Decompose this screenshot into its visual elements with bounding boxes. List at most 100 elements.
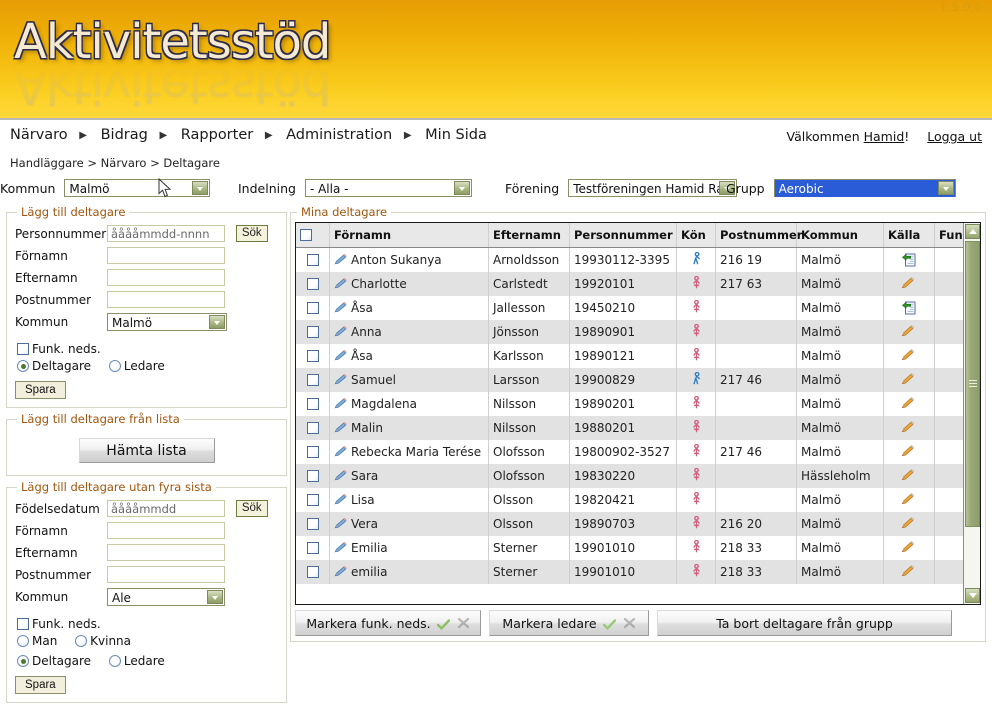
chevron-down-icon[interactable]	[192, 181, 209, 195]
col-kon[interactable]: Kön	[676, 223, 716, 248]
table-row[interactable]: Malin Nilsson 19880201 Malmö	[296, 416, 963, 440]
funk-neds2-checkbox[interactable]	[17, 618, 29, 630]
cell-kalla[interactable]	[883, 296, 935, 320]
filter-indelning-select[interactable]: - Alla -	[304, 179, 472, 197]
role-deltagare-option[interactable]: Deltagare	[17, 359, 91, 373]
role2-deltagare-option[interactable]: Deltagare	[17, 654, 91, 668]
col-kommun[interactable]: Kommun	[796, 223, 884, 248]
filter-grupp-select[interactable]: Aerobic	[773, 179, 956, 197]
edit-pencil-icon[interactable]	[334, 517, 347, 529]
row-select-cell[interactable]	[296, 440, 330, 464]
role2-ledare-option[interactable]: Ledare	[108, 654, 165, 668]
edit-pencil-icon[interactable]	[334, 565, 347, 577]
edit-pencil-icon[interactable]	[334, 277, 347, 289]
row-select-cell[interactable]	[296, 296, 330, 320]
gender-man-option[interactable]: Man	[17, 634, 57, 648]
edit-pencil-icon[interactable]	[334, 469, 347, 481]
row-checkbox[interactable]	[306, 278, 319, 290]
funk-neds-checkbox[interactable]	[17, 343, 29, 355]
grid-scrollbar[interactable]	[963, 223, 980, 604]
fornamn2-input[interactable]	[107, 522, 225, 539]
remove-participants-button[interactable]: Ta bort deltagare från grupp	[657, 610, 952, 636]
nav-item-rapporter[interactable]: Rapporter	[181, 127, 253, 143]
scroll-up-icon[interactable]	[965, 224, 980, 239]
cell-kalla[interactable]	[883, 368, 935, 392]
source-pencil-icon[interactable]	[901, 373, 914, 385]
edit-pencil-icon[interactable]	[334, 349, 347, 361]
row-select-cell[interactable]	[296, 536, 330, 560]
cell-kalla[interactable]	[883, 512, 935, 536]
filter-kommun-select[interactable]: Malmö	[64, 179, 211, 197]
row-checkbox[interactable]	[306, 470, 319, 482]
table-row[interactable]: Anton Sukanya Arnoldsson 19930112-3395 216 …	[296, 247, 963, 272]
table-row[interactable]: Rebecka Maria Terése Olofsson 19800902-352…	[296, 440, 963, 464]
cell-kalla[interactable]	[883, 272, 935, 296]
row-checkbox[interactable]	[306, 494, 319, 506]
table-row[interactable]: Lisa Olsson 19820421 Malmö	[296, 488, 963, 512]
scroll-down-icon[interactable]	[965, 588, 980, 603]
nav-item-narvaro[interactable]: Närvaro	[10, 127, 68, 143]
row-checkbox[interactable]	[306, 350, 319, 362]
row-select-cell[interactable]	[296, 416, 330, 440]
edit-pencil-icon[interactable]	[334, 421, 347, 433]
row-select-cell[interactable]	[296, 512, 330, 536]
fetch-list-button[interactable]: Hämta lista	[78, 438, 215, 463]
funk-checkbox-row[interactable]: Funk. neds.	[17, 342, 278, 356]
cell-kalla[interactable]	[883, 392, 935, 416]
col-funk[interactable]: Funk. neds.	[934, 223, 963, 248]
mark-funk-button[interactable]: Markera funk. neds.	[295, 610, 481, 636]
gender-kvinna-option[interactable]: Kvinna	[75, 634, 131, 648]
row-select-cell[interactable]	[296, 320, 330, 344]
efternamn-input[interactable]	[107, 269, 225, 286]
fodelsedatum-input[interactable]	[107, 500, 225, 517]
table-row[interactable]: emilia Sterner 19901010 218 33 Malmö	[296, 560, 963, 584]
row-checkbox[interactable]	[306, 446, 319, 458]
select-all-checkbox[interactable]	[300, 229, 312, 241]
mark-ledare-button[interactable]: Markera ledare	[489, 610, 649, 636]
cell-kalla[interactable]	[883, 247, 935, 272]
row-checkbox[interactable]	[306, 518, 319, 530]
row-select-cell[interactable]	[296, 344, 330, 368]
row-checkbox[interactable]	[306, 326, 319, 338]
clear-icon[interactable]	[457, 617, 470, 629]
cell-kalla[interactable]	[883, 440, 935, 464]
edit-pencil-icon[interactable]	[334, 373, 347, 385]
import-source-icon[interactable]	[902, 301, 916, 315]
save-participant2-button[interactable]: Spara	[15, 676, 66, 694]
source-pencil-icon[interactable]	[901, 541, 914, 553]
clear-icon[interactable]	[623, 617, 636, 629]
row-checkbox[interactable]	[306, 254, 319, 266]
source-pencil-icon[interactable]	[901, 349, 914, 361]
table-row[interactable]: Charlotte Carlstedt 19920101 217 63 Malmö	[296, 272, 963, 296]
nav-item-bidrag[interactable]: Bidrag	[101, 127, 148, 143]
scrollbar-thumb[interactable]	[965, 241, 980, 527]
cell-kalla[interactable]	[883, 560, 935, 584]
source-pencil-icon[interactable]	[901, 421, 914, 433]
table-row[interactable]: Emilia Sterner 19901010 218 33 Malmö	[296, 536, 963, 560]
source-pencil-icon[interactable]	[901, 469, 914, 481]
nav-item-administration[interactable]: Administration	[286, 127, 392, 143]
row-checkbox[interactable]	[306, 542, 319, 554]
ledare-radio[interactable]	[108, 360, 121, 372]
nav-item-min-sida[interactable]: Min Sida	[425, 127, 487, 143]
man-radio[interactable]	[17, 635, 29, 647]
table-row[interactable]: Vera Olsson 19890703 216 20 Malmö	[296, 512, 963, 536]
source-pencil-icon[interactable]	[901, 445, 914, 457]
col-fornamn[interactable]: Förnamn	[329, 223, 489, 248]
row-select-cell[interactable]	[296, 247, 330, 272]
source-pencil-icon[interactable]	[901, 397, 914, 409]
chevron-down-icon[interactable]	[453, 181, 470, 195]
chevron-down-icon[interactable]	[209, 315, 225, 329]
table-row[interactable]: Magdalena Nilsson 19890201 Malmö	[296, 392, 963, 416]
cell-kalla[interactable]	[883, 488, 935, 512]
kommun2-select[interactable]: Ale	[107, 588, 225, 606]
deltagare-radio[interactable]	[17, 360, 29, 372]
fodelsedatum-search-button[interactable]: Sök	[235, 500, 268, 517]
deltagare2-radio[interactable]	[17, 655, 29, 667]
row-checkbox[interactable]	[306, 302, 319, 314]
import-source-icon[interactable]	[902, 253, 916, 267]
col-kalla[interactable]: Källa	[883, 223, 935, 248]
personnummer-input[interactable]	[107, 225, 225, 242]
col-personnummer[interactable]: Personnummer	[569, 223, 677, 248]
ledare2-radio[interactable]	[108, 655, 121, 667]
